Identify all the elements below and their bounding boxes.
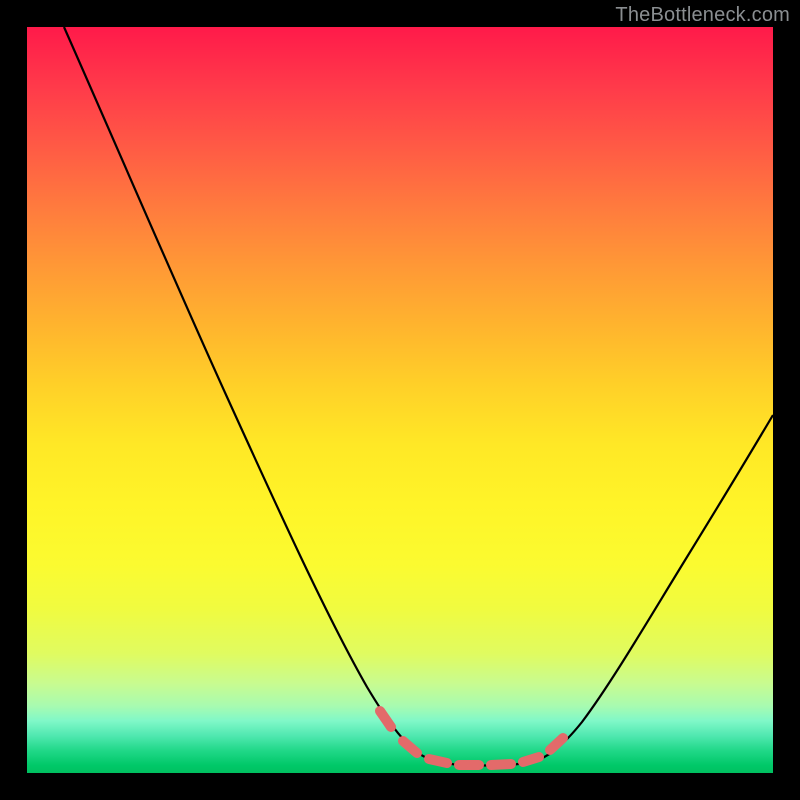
chart-plot-area	[27, 27, 773, 773]
chart-svg	[27, 27, 773, 773]
watermark-text: TheBottleneck.com	[615, 4, 790, 27]
chart-frame: TheBottleneck.com	[0, 0, 800, 800]
curve-path	[64, 27, 773, 766]
highlight-dashes	[380, 711, 563, 765]
